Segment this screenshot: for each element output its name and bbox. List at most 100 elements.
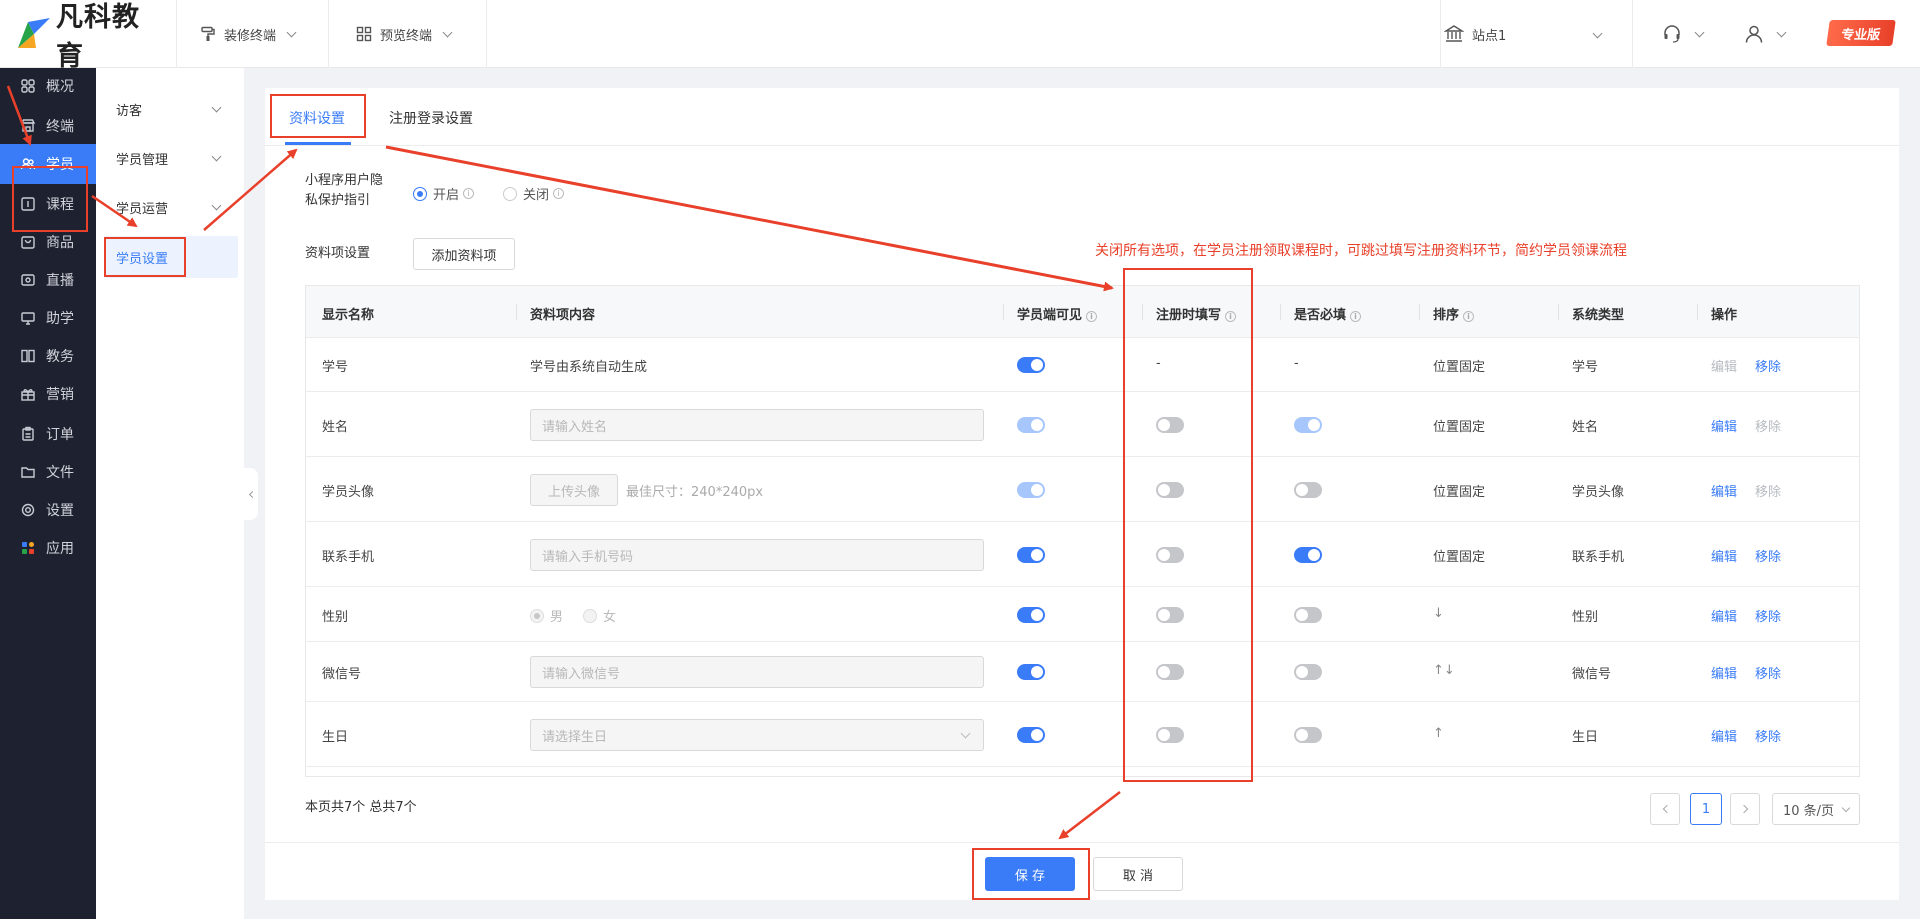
info-icon[interactable]: i <box>463 188 475 199</box>
info-icon[interactable]: i <box>1350 311 1362 322</box>
student-visible-toggle[interactable] <box>1017 664 1045 680</box>
column-divider <box>1142 304 1143 320</box>
page-size-select[interactable]: 10 条/页 <box>1772 793 1860 825</box>
student-visible-toggle[interactable] <box>1017 547 1045 563</box>
save-button[interactable]: 保 存 <box>985 857 1075 891</box>
sidebar-item-grid[interactable]: 概况 <box>0 66 96 106</box>
divider <box>1632 0 1633 68</box>
sidebar-item-store[interactable]: 终端 <box>0 106 96 146</box>
edit-link[interactable]: 编辑 <box>1711 726 1737 745</box>
required-toggle[interactable] <box>1294 727 1322 743</box>
remove-link[interactable]: 移除 <box>1755 606 1781 625</box>
remove-link[interactable]: 移除 <box>1755 546 1781 565</box>
sort-control[interactable]: ↓ <box>1433 606 1444 621</box>
headset-icon <box>1664 25 1680 43</box>
register-fill-toggle[interactable] <box>1156 727 1184 743</box>
info-icon[interactable]: i <box>1463 311 1475 322</box>
table-row: 联系手机 请输入手机号码 位置固定 联系手机 编辑 移除 <box>306 522 1859 587</box>
sidebar-item-users[interactable]: 学员 <box>0 144 96 184</box>
sort-control[interactable]: ↑ <box>1433 726 1444 741</box>
system-type: 学员头像 <box>1572 485 1625 500</box>
sort-control[interactable]: ↑↓ <box>1433 663 1455 678</box>
remove-link[interactable]: 移除 <box>1755 726 1781 745</box>
privacy-off-radio[interactable]: 关闭 i <box>503 184 565 203</box>
remove-link: 移除 <box>1755 485 1782 500</box>
page-number-1[interactable]: 1 <box>1690 793 1722 825</box>
required-toggle[interactable] <box>1294 607 1322 623</box>
tab-profile-settings[interactable]: 资料设置 <box>289 108 345 128</box>
sidebar-item-label: 设置 <box>46 503 74 519</box>
pagination-summary: 本页共7个 总共7个 <box>305 800 417 815</box>
upload-label: 上传头像 <box>547 484 600 500</box>
sidebar-item-book[interactable]: 教务 <box>0 336 96 376</box>
support-menu[interactable] <box>1662 22 1705 46</box>
student-visible-toggle[interactable] <box>1017 607 1045 623</box>
sidebar-item-screen[interactable]: 助学 <box>0 298 96 338</box>
pro-version-badge[interactable]: 专业版 <box>1826 20 1896 46</box>
edit-link[interactable]: 编辑 <box>1711 481 1737 500</box>
sidebar-item-bag[interactable]: 商品 <box>0 222 96 262</box>
system-type: 微信号 <box>1572 667 1612 682</box>
next-page-button[interactable] <box>1730 793 1760 825</box>
register-fill-toggle[interactable] <box>1156 664 1184 680</box>
account-menu[interactable] <box>1744 22 1787 46</box>
decorate-terminal-menu[interactable]: 装修终端 <box>200 22 297 46</box>
privacy-on-radio[interactable]: 开启 i <box>413 184 475 203</box>
sidebar-item-gift[interactable]: 营销 <box>0 374 96 414</box>
add-field-button[interactable]: 添加资料项 <box>413 238 515 270</box>
column-divider <box>1697 304 1698 320</box>
info-icon[interactable]: i <box>553 188 565 199</box>
sidebar-item-apps[interactable]: 应用 <box>0 528 96 568</box>
column-header-label: 注册时填写 <box>1156 308 1222 323</box>
fields-table: 显示名称 资料项内容 学员端可见 i 注册时填写 i 是否必填 i 排序 i 系统类型 操作 学号 学号… <box>305 285 1860 777</box>
info-icon[interactable]: i <box>1225 311 1237 322</box>
sidebar-item-folder[interactable]: 文件 <box>0 452 96 492</box>
sidebar-item-student-operations[interactable]: 学员运营 <box>96 186 234 228</box>
required-toggle[interactable] <box>1294 664 1322 680</box>
register-fill-toggle[interactable] <box>1156 547 1184 563</box>
edit-link[interactable]: 编辑 <box>1711 546 1737 565</box>
remove-link: 移除 <box>1755 420 1782 435</box>
sidebar-item-visitors[interactable]: 访客 <box>96 88 234 130</box>
radio-dot <box>583 608 597 623</box>
sidebar-item-live[interactable]: 直播 <box>0 260 96 300</box>
cancel-button[interactable]: 取 消 <box>1093 857 1183 891</box>
column-header: 系统类型 <box>1572 304 1624 323</box>
user-icon <box>1745 25 1763 43</box>
edit-link[interactable]: 编辑 <box>1711 606 1737 625</box>
sidebar-item-gear[interactable]: 设置 <box>0 490 96 530</box>
chevron-down-icon <box>960 728 971 739</box>
edit-link[interactable]: 编辑 <box>1711 663 1737 682</box>
column-header-label: 操作 <box>1711 308 1738 323</box>
sidebar-item-student-management[interactable]: 学员管理 <box>96 137 234 179</box>
required-toggle[interactable] <box>1294 482 1322 498</box>
student-visible-toggle[interactable] <box>1017 727 1045 743</box>
register-fill-toggle[interactable] <box>1156 607 1184 623</box>
sidebar-item-course[interactable]: 课程 <box>0 184 96 224</box>
register-fill-toggle[interactable] <box>1156 417 1184 433</box>
remove-link[interactable]: 移除 <box>1755 356 1781 375</box>
edit-link[interactable]: 编辑 <box>1711 416 1737 435</box>
gender-female-radio: 女 <box>583 606 616 625</box>
sidebar-item-label: 商品 <box>46 235 74 251</box>
remove-link[interactable]: 移除 <box>1755 663 1781 682</box>
register-fill-toggle[interactable] <box>1156 482 1184 498</box>
student-visible-toggle[interactable] <box>1017 357 1045 373</box>
brand-logo[interactable]: 凡科教育 <box>14 2 164 72</box>
clipboard-icon <box>22 426 34 441</box>
divider <box>176 0 177 68</box>
collapse-sidebar-toggle[interactable] <box>244 468 258 520</box>
preview-terminal-menu[interactable]: 预览终端 <box>356 22 453 46</box>
required-toggle[interactable] <box>1294 547 1322 563</box>
field-display-name: 学员头像 <box>322 485 375 500</box>
prev-page-button[interactable] <box>1650 793 1680 825</box>
tab-register-login-settings[interactable]: 注册登录设置 <box>389 108 473 128</box>
sidebar-item-student-settings[interactable]: 学员设置 <box>104 236 238 278</box>
preview-terminal-label: 预览终端 <box>380 28 433 44</box>
field-input-preview: 请输入姓名 <box>530 409 984 441</box>
sidebar-item-clipboard[interactable]: 订单 <box>0 414 96 454</box>
column-header-label: 显示名称 <box>322 308 375 323</box>
info-icon[interactable]: i <box>1086 311 1098 322</box>
privacy-label-line2: 私保护指引 <box>305 193 371 208</box>
site-selector[interactable]: 站点1 <box>1444 22 1604 46</box>
